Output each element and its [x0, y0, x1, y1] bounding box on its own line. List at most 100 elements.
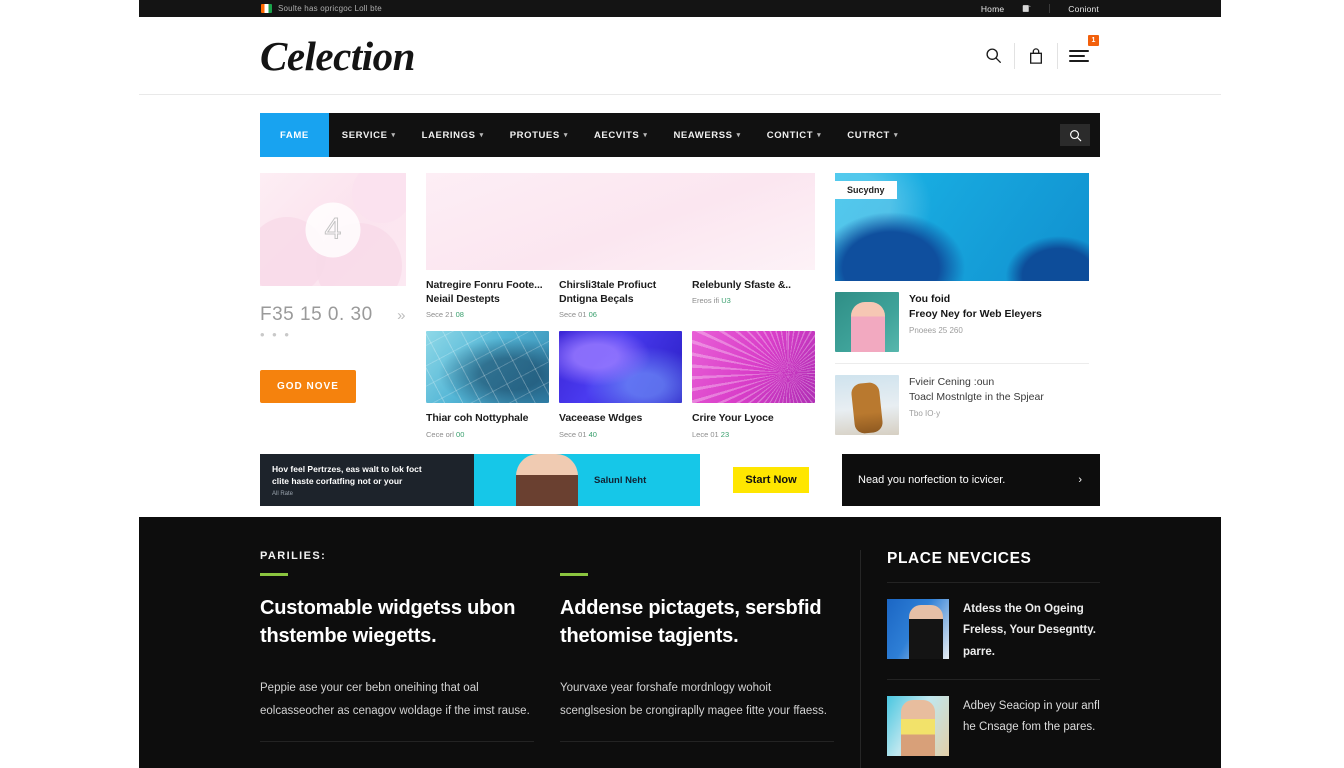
bag-button[interactable] [1015, 41, 1057, 71]
card-thumbnail [559, 331, 682, 404]
footer-heading: Customable widgetss ubon thstembe wieget… [260, 597, 516, 648]
card[interactable]: Relebunly Sfaste &.. Ereos ifi U3 [692, 270, 815, 319]
nav-item-protues[interactable]: PROTUES ▾ [497, 113, 581, 157]
topbar-promo-text: Soulte has opricgoc Loll bte [278, 4, 382, 13]
ad-right-strip[interactable]: Nead you norfection to icvicer. › [842, 454, 1100, 506]
ad-fine-print: All Rate [272, 490, 294, 497]
masthead: Celection 1 [139, 17, 1221, 95]
main-nav: FAME SERVICE ▾ LAERINGS ▾ PROTUES ▾ AECV… [260, 113, 1100, 157]
card[interactable]: Natregire Fonru Foote... Neiail Destepts… [426, 270, 549, 319]
card[interactable]: Chirsli3tale Profiuct Dntigna Beçals Sec… [559, 270, 682, 319]
list-item-body: Fvieir Cening :oun Toacl Mostnlgte in th… [909, 375, 1089, 435]
ad-right-text: Nead you norfection to icvicer. [858, 474, 1006, 486]
list-item-meta: Tbo IO·y [909, 409, 941, 419]
hero-dots: • • • [260, 327, 291, 342]
card-title: Natregire Fonru Foote... Neiail Destepts [426, 279, 543, 306]
sidebar-promo-tag: Sucydny [835, 181, 897, 199]
list-item[interactable]: Atdess the On Ogeing Freless, Your Deseg… [887, 583, 1100, 679]
card-meta: Sece 01 40 [559, 430, 682, 439]
chevron-right-icon[interactable]: › [1078, 474, 1082, 486]
list-item[interactable]: Adbey Seaciop in your anfl he Cnsage fom… [887, 678, 1100, 768]
topbar-link-content[interactable]: Coniont [1068, 4, 1099, 14]
sidebar-promo[interactable]: Sucydny [835, 173, 1089, 281]
nav-item-label: NEAWERSS [673, 129, 733, 141]
footer-body: Peppie ase your cer bebn oneihing that o… [260, 681, 530, 717]
list-item-thumbnail [887, 599, 949, 659]
hero-meta-row: F35 15 0. 30 » [260, 304, 406, 326]
start-now-button[interactable]: Start Now [733, 467, 809, 493]
masthead-actions: 1 [972, 34, 1100, 71]
footer-right-column: PLACE NEVCICES Atdess the On Ogeing Frel… [860, 550, 1100, 768]
nav-item-label: CUTRCT [847, 129, 890, 141]
topbar-link-home[interactable]: Home [981, 4, 1004, 14]
card[interactable]: Vaceease Wdges Sece 01 40 [559, 331, 682, 439]
card[interactable]: Crire Your Lyoce Lece 01 23 [692, 331, 815, 439]
ad-banner-row: Hov feel Pertrzes, eas walt to lok foct … [139, 446, 1221, 506]
cards-row-2: Thiar coh Nottyphale Cece orl 00 Vaceeas… [426, 331, 815, 439]
nav-item-label: PROTUES [509, 129, 560, 141]
card-meta-prefix: Sece 01 [559, 310, 587, 320]
nav-item-service[interactable]: SERVICE ▾ [329, 113, 409, 157]
nav-item-contict[interactable]: CONTICT ▾ [754, 113, 835, 157]
menu-button[interactable]: 1 [1058, 34, 1100, 71]
card-title: Crire Your Lyoce [692, 412, 774, 425]
card[interactable]: Thiar coh Nottyphale Cece orl 00 [426, 331, 549, 439]
footer-rule [260, 573, 288, 576]
nav-search-button[interactable] [1060, 124, 1090, 146]
bag-icon [1028, 47, 1044, 65]
footer-divider [260, 740, 534, 742]
nav-item-aecvits[interactable]: AECVITS ▾ [581, 113, 661, 157]
footer-divider [560, 740, 834, 742]
list-item-body: You foid Freoy Ney for Web Eleyers Pnoee… [909, 292, 1089, 352]
nav-item-laerings[interactable]: LAERINGS ▾ [409, 113, 497, 157]
cards-banner-image[interactable] [426, 173, 815, 270]
list-item-thumbnail [835, 292, 899, 352]
content-grid: 4 F35 15 0. 30 » • • • GOD NOVE Natregir… [139, 157, 1221, 446]
hero-image[interactable]: 4 [260, 173, 406, 286]
list-item-subtitle: Freoy Ney for Web Eleyers [909, 308, 1042, 321]
topbar-divider [1049, 4, 1051, 13]
hamburger-icon [1069, 49, 1089, 62]
nav-item-label: FAME [280, 129, 309, 141]
card-meta: Cece orl 00 [426, 430, 549, 439]
menu-badge: 1 [1088, 34, 1099, 46]
nav-item-fame[interactable]: FAME [260, 113, 329, 157]
device-icon[interactable] [1022, 4, 1031, 13]
search-button[interactable] [972, 41, 1014, 71]
hero-blob [352, 173, 406, 223]
nav-item-neawerss[interactable]: NEAWERSS ▾ [660, 113, 753, 157]
page-root: Soulte has opricgoc Loll bte Home Conion… [0, 0, 1344, 768]
list-item-thumbnail [887, 695, 949, 756]
hero-meta-text: F35 15 0. 30 [260, 304, 373, 325]
rail-right [1205, 0, 1344, 768]
card-title: Relebunly Sfaste &.. [692, 279, 791, 291]
card-meta: Sece 01 06 [559, 310, 682, 319]
card-meta-accent: 08 [455, 310, 464, 320]
site-wrapper: Soulte has opricgoc Loll bte Home Conion… [139, 0, 1221, 768]
list-item-meta: Pnoees 25 260 [909, 326, 963, 336]
card-meta-prefix: Ereos ifi [692, 296, 720, 306]
ad-media-text: Salunl Neht [594, 474, 647, 486]
list-item-text: Adbey Seaciop in your anfl he Cnsage fom… [963, 699, 1100, 734]
sidebar-column: Sucydny You foid Freoy Ney for Web Eleye… [835, 173, 1089, 446]
list-item-thumbnail [835, 375, 899, 435]
card-meta-accent: U3 [721, 296, 731, 306]
list-item[interactable]: Fvieir Cening :oun Toacl Mostnlgte in th… [835, 363, 1089, 446]
ad-cta-area: Start Now [700, 454, 842, 506]
nav-item-cutrct[interactable]: CUTRCT ▾ [834, 113, 911, 157]
card-meta: Ereos ifi U3 [692, 296, 815, 305]
site-logo[interactable]: Celection [260, 32, 415, 80]
hero-cta-button[interactable]: GOD NOVE [260, 370, 356, 403]
card-meta-prefix: Sece 21 [426, 310, 454, 320]
card-meta-accent: 06 [588, 310, 597, 320]
list-item[interactable]: You foid Freoy Ney for Web Eleyers Pnoee… [835, 281, 1089, 363]
ad-person-image [516, 454, 578, 506]
card-meta-accent: 23 [720, 429, 730, 439]
card-meta: Lece 01 23 [692, 430, 815, 439]
footer-column-2: Addense pictagets, sersbfid thetomise ta… [560, 550, 860, 768]
chevron-right-icon[interactable]: » [397, 307, 406, 324]
hero-number-circle: 4 [305, 202, 361, 257]
footer-kicker: PARILIES: [260, 550, 327, 562]
footer-heading: Addense pictagets, sersbfid thetomise ta… [560, 597, 822, 648]
ad-banner[interactable]: Hov feel Pertrzes, eas walt to lok foct … [260, 454, 842, 506]
